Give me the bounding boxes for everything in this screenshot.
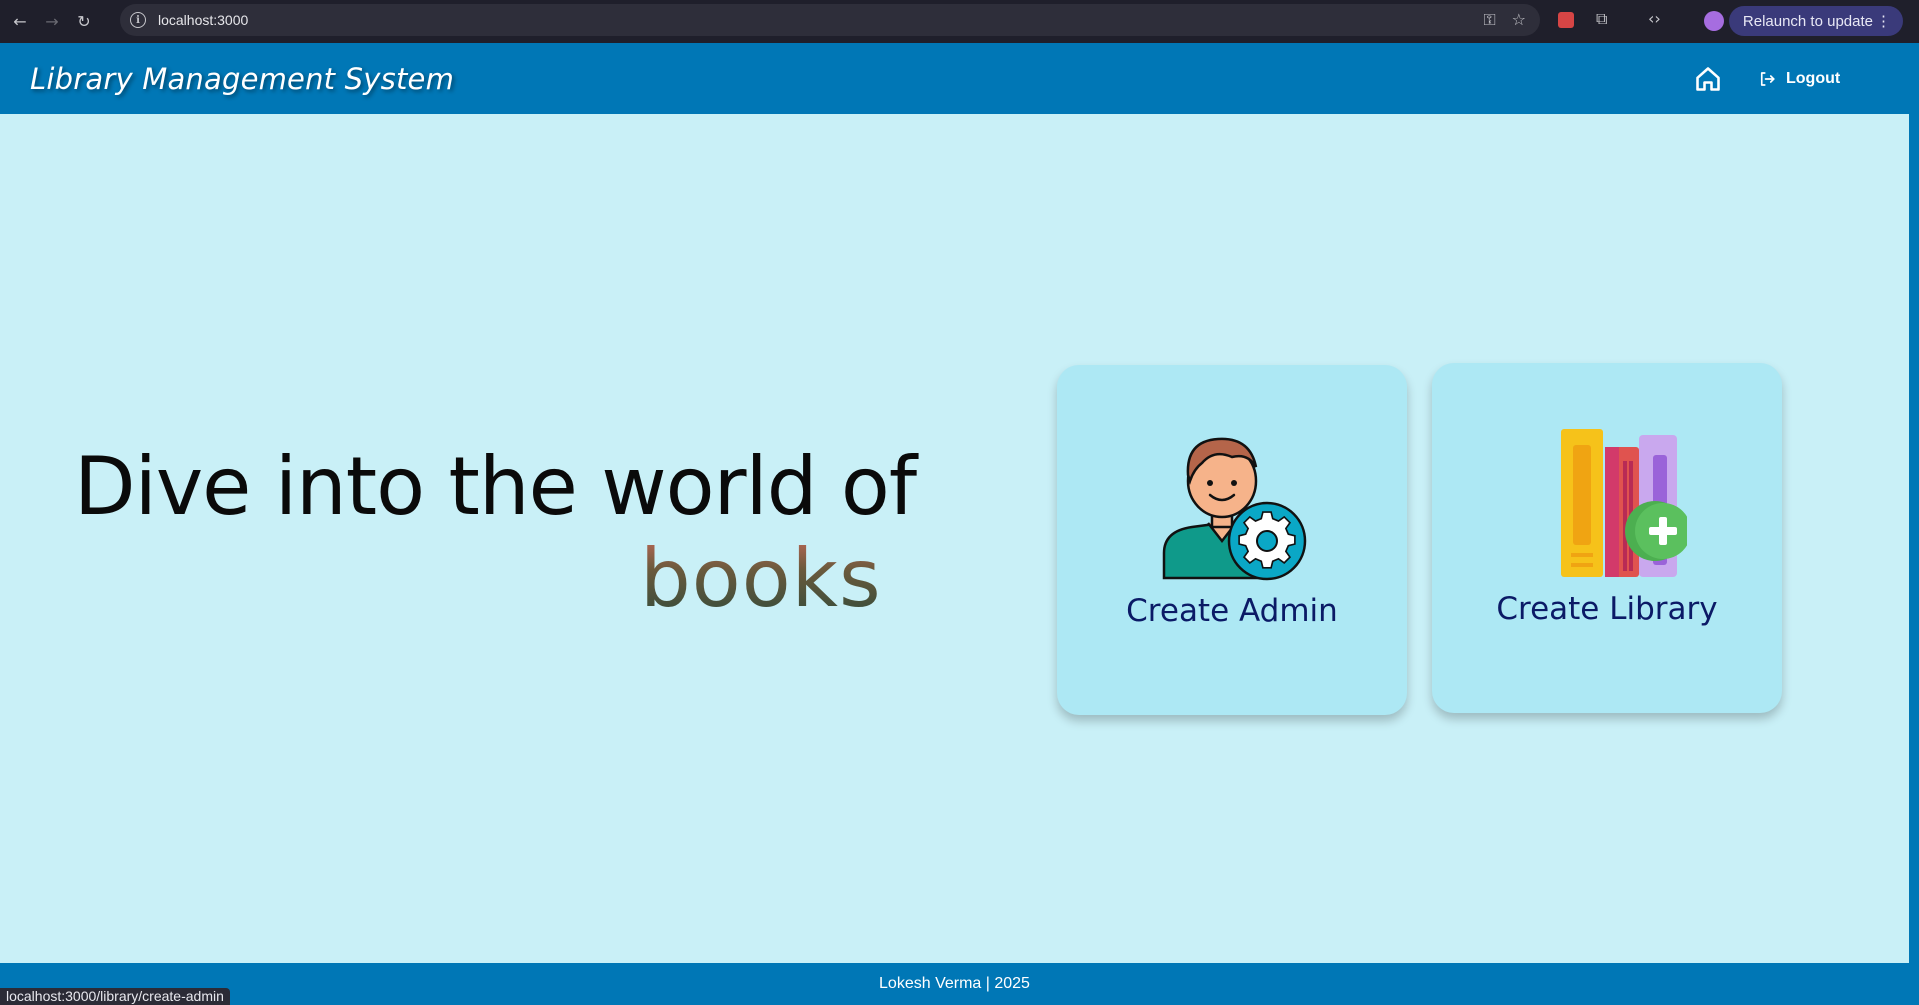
create-library-card[interactable]: Create Library [1432, 363, 1782, 713]
profile-avatar[interactable] [1704, 11, 1724, 31]
back-icon[interactable]: ← [8, 10, 32, 34]
more-menu-icon[interactable]: ⋮ [1876, 12, 1891, 30]
extension-icon[interactable] [1558, 12, 1574, 28]
logout-label: Logout [1786, 70, 1841, 87]
create-library-label: Create Library [1496, 591, 1718, 627]
relaunch-button[interactable]: Relaunch to update ⋮ [1728, 6, 1903, 36]
books-add-icon [1561, 429, 1687, 577]
admin-avatar-icon [1162, 437, 1307, 581]
footer-credit: Lokesh Verma | 2025 [879, 975, 1030, 992]
site-info-icon[interactable]: i [130, 12, 146, 28]
devtools-code-icon[interactable]: ‹› [1648, 9, 1661, 28]
browser-toolbar: ← → ↻ i localhost:3000 ⚿ ☆ ⧉ ‹› Relaunch… [0, 0, 1919, 43]
relaunch-label: Relaunch to update [1742, 12, 1873, 30]
scrollbar[interactable] [1909, 43, 1919, 1005]
logout-button[interactable]: Logout [1758, 65, 1840, 93]
address-url[interactable]: localhost:3000 [158, 12, 248, 28]
home-icon[interactable] [1694, 65, 1722, 93]
create-admin-card[interactable]: Create Admin [1057, 365, 1407, 715]
reload-icon[interactable]: ↻ [72, 10, 96, 34]
footer: Lokesh Verma | 2025 [0, 963, 1909, 1005]
app-header: Library Management System Logout [0, 43, 1909, 114]
bookmark-star-icon[interactable]: ☆ [1512, 10, 1526, 30]
status-bar-url: localhost:3000/library/create-admin [0, 988, 230, 1005]
key-icon[interactable]: ⚿ [1483, 10, 1495, 30]
address-bar[interactable]: i localhost:3000 ⚿ ☆ [120, 4, 1540, 36]
hero-heading: Dive into the world of [74, 440, 917, 533]
forward-icon[interactable]: → [40, 10, 64, 34]
create-admin-label: Create Admin [1126, 593, 1338, 629]
extensions-puzzle-icon[interactable]: ⧉ [1596, 9, 1607, 29]
logout-icon [1760, 72, 1775, 86]
brand-title[interactable]: Library Management System [30, 62, 454, 96]
hero-highlight: books [640, 532, 882, 625]
